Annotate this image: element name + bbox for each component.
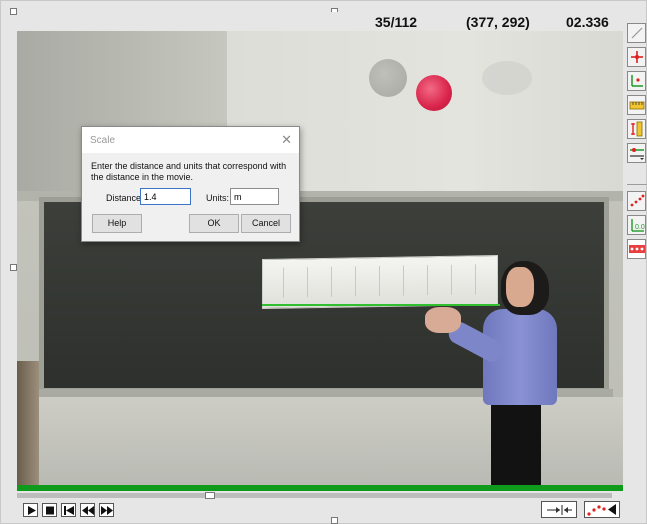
help-button[interactable]: Help (92, 214, 142, 233)
step-size-button[interactable] (541, 501, 577, 518)
distance-icon (629, 245, 645, 253)
tape-measure-button[interactable] (627, 95, 646, 115)
dialog-title: Scale (90, 135, 116, 146)
track-settings-icon (630, 148, 644, 160)
person-legs (491, 403, 541, 485)
dialog-titlebar[interactable]: Scale ✕ (82, 127, 299, 153)
meter-stick (262, 254, 498, 310)
person-hands (425, 307, 461, 333)
pen-icon (631, 27, 643, 39)
scale-dialog: Scale ✕ Enter the distance and units tha… (81, 126, 300, 242)
coordinate-readout-button[interactable]: 0.0 (627, 215, 646, 235)
fast-forward-icon (101, 506, 113, 515)
frame-counter: 35/112 (375, 14, 418, 30)
go-to-start-button[interactable] (61, 503, 76, 517)
doorframe (17, 361, 39, 485)
red-ball (416, 75, 452, 111)
step-arrow-icon (547, 505, 572, 515)
dynamic-model-button[interactable] (627, 239, 646, 259)
cursor-coordinates: (377, 292) (466, 14, 530, 30)
frame-slider-thumb[interactable] (205, 492, 215, 499)
dialog-message: Enter the distance and units that corres… (91, 161, 287, 182)
step-forward-button[interactable] (99, 503, 114, 517)
video-frame[interactable] (17, 31, 623, 485)
stop-button[interactable] (42, 503, 57, 517)
axes-button[interactable] (627, 71, 646, 91)
crosshair-icon (631, 51, 643, 63)
vertical-ruler-icon (631, 121, 643, 137)
origin-icon: 0.0 (631, 219, 645, 232)
distance-input[interactable] (140, 188, 191, 205)
rewind-icon (82, 506, 94, 515)
calibration-point-button[interactable] (627, 47, 646, 67)
step-back-button[interactable] (80, 503, 95, 517)
points-icon (630, 194, 645, 207)
tracked-frames-bar (17, 485, 623, 491)
track-control-button[interactable] (627, 143, 646, 163)
stop-icon (46, 506, 54, 515)
close-icon[interactable]: ✕ (281, 132, 292, 148)
ok-button[interactable]: OK (189, 214, 239, 233)
frame-slider[interactable] (17, 493, 612, 498)
resize-handle-bottom[interactable] (331, 517, 338, 524)
play-button[interactable] (23, 503, 38, 517)
calibration-stick-button[interactable] (627, 119, 646, 139)
tools-toolbar: 0.0 (627, 23, 647, 271)
skip-start-icon (64, 506, 74, 515)
calibration-line[interactable] (262, 304, 500, 306)
trail-button[interactable] (584, 501, 620, 518)
resize-handle-left[interactable] (10, 264, 17, 271)
pen-tool-button[interactable] (627, 23, 646, 43)
axes-icon (631, 75, 643, 87)
ball-motion-blur-2 (482, 61, 532, 95)
point-mass-button[interactable] (627, 191, 646, 211)
time-readout: 02.336 (566, 14, 609, 30)
distance-label: Distance: (106, 193, 144, 203)
status-bar: 35/112 (377, 292) 02.336 (17, 12, 623, 32)
trail-icon (587, 504, 616, 516)
ball-motion-blur (369, 59, 407, 97)
resize-handle-top-left[interactable] (10, 8, 17, 15)
person-face (506, 267, 534, 307)
cancel-button[interactable]: Cancel (241, 214, 291, 233)
svg-text:0.0: 0.0 (635, 224, 645, 231)
units-input[interactable] (230, 188, 279, 205)
ruler-icon (629, 101, 645, 110)
play-icon (28, 506, 36, 515)
toolbar-separator (627, 184, 647, 185)
application-window: 35/112 (377, 292) 02.336 Scale ✕ Enter t… (0, 0, 647, 524)
units-label: Units: (206, 193, 230, 203)
